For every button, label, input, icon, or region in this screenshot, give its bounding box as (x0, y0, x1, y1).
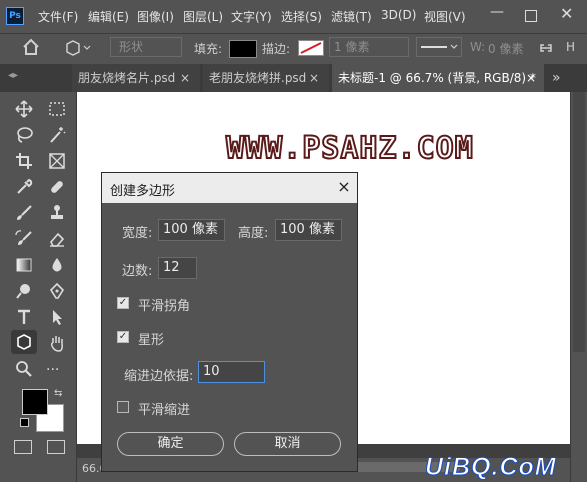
stroke-size-input[interactable]: 1 像素 (329, 37, 409, 57)
star-checkbox[interactable]: ✓ (117, 331, 129, 343)
menu-type[interactable]: 文字(Y) (231, 8, 272, 25)
gradient-tool-icon[interactable] (13, 254, 35, 276)
indent-field[interactable]: 10 (198, 361, 265, 383)
sides-field-label: 边数: (122, 264, 153, 279)
path-selection-tool-icon[interactable] (46, 306, 68, 328)
create-polygon-dialog (101, 172, 358, 472)
eraser-tool-icon[interactable] (46, 228, 68, 250)
tab-label: 朋友烧烤名片.psd (78, 71, 176, 85)
tab-document-1[interactable]: 朋友烧烤名片.psd × (72, 64, 200, 92)
pen-tool-icon[interactable] (46, 280, 68, 302)
mode-select[interactable]: 形状 (110, 37, 182, 57)
stroke-type-select[interactable] (416, 37, 462, 57)
smooth-corners-checkbox[interactable]: ✓ (117, 297, 129, 309)
blur-tool-icon[interactable] (46, 254, 68, 276)
dialog-title: 创建多边形 (110, 184, 176, 199)
menu-3d[interactable]: 3D(D) (381, 8, 416, 22)
photoshop-logo-icon: Ps (6, 7, 24, 25)
site-watermark: UiBQ.CoM (425, 453, 557, 482)
width-value[interactable]: 0 像素 (488, 40, 523, 57)
move-tool-icon[interactable] (13, 98, 35, 120)
fill-color-swatch[interactable] (229, 40, 257, 58)
close-window-icon[interactable]: ✕ (560, 4, 573, 23)
height-field[interactable]: 100 像素 (275, 219, 342, 241)
cancel-button[interactable]: 取消 (234, 432, 341, 456)
menu-layer[interactable]: 图层(L) (183, 8, 223, 25)
default-colors-icon[interactable] (20, 418, 29, 427)
crop-tool-icon[interactable] (13, 150, 35, 172)
menu-view[interactable]: 视图(V) (424, 8, 466, 25)
dialog-close-icon[interactable]: × (335, 178, 353, 196)
maximize-icon[interactable] (525, 10, 537, 22)
sides-field[interactable]: 12 (158, 257, 197, 279)
hand-tool-icon[interactable] (46, 332, 68, 354)
swap-colors-icon[interactable]: ⇆ (54, 388, 62, 399)
brush-tool-icon[interactable] (13, 202, 35, 224)
magic-wand-tool-icon[interactable] (46, 124, 68, 146)
clone-stamp-tool-icon[interactable] (46, 202, 68, 224)
tabs-overflow-icon[interactable]: » (552, 70, 561, 86)
healing-brush-tool-icon[interactable] (46, 176, 68, 198)
options-overflow[interactable]: H (566, 40, 575, 54)
marquee-tool-icon[interactable] (46, 98, 68, 120)
home-icon[interactable] (22, 38, 40, 59)
width-field-label: 宽度: (122, 226, 153, 241)
menu-filter[interactable]: 滤镜(T) (331, 8, 372, 25)
frame-tool-icon[interactable] (46, 150, 68, 172)
minimize-icon[interactable]: — (490, 4, 508, 24)
screen-mode-icon[interactable] (47, 440, 65, 454)
polygon-tool-preset-icon[interactable] (65, 40, 91, 59)
foreground-color-swatch[interactable] (22, 389, 48, 415)
canvas-text-layer: WWW.PSAHZ.COM (225, 130, 474, 167)
more-tools-icon[interactable]: ··· (46, 362, 59, 378)
tab-label: 未标题-1 @ 66.7% (背景, RGB/8) * (338, 71, 536, 85)
tab-close-icon[interactable]: × (526, 64, 536, 92)
dodge-tool-icon[interactable] (13, 280, 35, 302)
tab-label: 老朋友烧烤拼.psd (209, 71, 307, 85)
tab-close-icon[interactable]: × (180, 64, 190, 92)
smooth-indents-label: 平滑缩进 (138, 403, 191, 418)
width-label: W: (470, 40, 486, 54)
smooth-indents-checkbox[interactable] (117, 401, 129, 413)
tabs-collapse-icon[interactable]: ◂▸ (8, 70, 18, 81)
height-field-label: 高度: (238, 226, 269, 241)
lasso-tool-icon[interactable] (13, 124, 35, 146)
quick-mask-icon[interactable] (14, 440, 32, 454)
menu-select[interactable]: 选择(S) (281, 8, 322, 25)
indent-field-label: 缩进边依据: (124, 369, 194, 384)
ok-button[interactable]: 确定 (117, 432, 224, 456)
link-wh-icon[interactable] (538, 40, 554, 59)
menu-image[interactable]: 图像(I) (137, 8, 174, 25)
vertical-scrollbar-thumb[interactable] (573, 92, 585, 352)
menu-file[interactable]: 文件(F) (38, 8, 78, 25)
fill-label: 填充: (194, 42, 223, 56)
tab-close-icon[interactable]: × (309, 64, 319, 92)
width-field[interactable]: 100 像素 (158, 219, 225, 241)
eyedropper-tool-icon[interactable] (13, 176, 35, 198)
stroke-label: 描边: (262, 42, 291, 56)
smooth-corners-label: 平滑拐角 (138, 299, 191, 314)
tab-document-active[interactable]: 未标题-1 @ 66.7% (背景, RGB/8) * × (332, 64, 544, 92)
polygon-tool-icon[interactable] (11, 330, 37, 354)
tab-document-2[interactable]: 老朋友烧烤拼.psd × (203, 64, 329, 92)
stroke-color-swatch[interactable] (298, 40, 324, 56)
star-label: 星形 (138, 333, 165, 348)
menu-edit[interactable]: 编辑(E) (88, 8, 129, 25)
type-tool-icon[interactable] (13, 306, 35, 328)
history-brush-tool-icon[interactable] (13, 228, 35, 250)
zoom-tool-icon[interactable] (13, 358, 35, 380)
